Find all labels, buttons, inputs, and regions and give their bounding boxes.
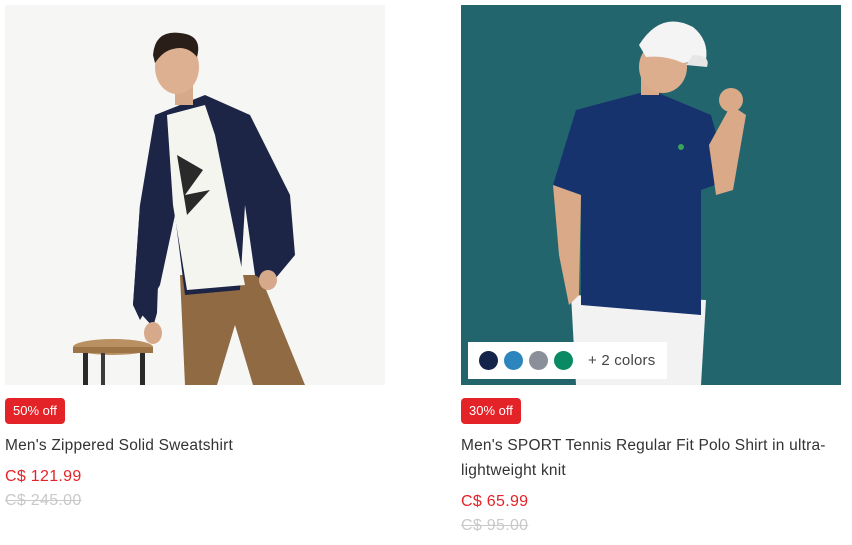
color-swatch-blue[interactable] [504,351,523,370]
product-image[interactable] [5,5,385,385]
product-card-2[interactable]: + 2 colors 30% off Men's SPORT Tennis Re… [461,5,841,536]
original-price: C$ 245.00 [5,492,82,509]
original-price: C$ 95.00 [461,517,529,534]
product-title[interactable]: Men's SPORT Tennis Regular Fit Polo Shir… [461,433,841,483]
color-swatch-navy[interactable] [479,351,498,370]
polo-model-photo [461,5,841,385]
product-image[interactable]: + 2 colors [461,5,841,385]
more-colors-link[interactable]: + 2 colors [588,352,655,369]
color-swatches: + 2 colors [468,342,668,379]
product-title[interactable]: Men's Zippered Solid Sweatshirt [5,433,385,458]
sweatshirt-model-photo [5,5,385,385]
color-swatch-green[interactable] [554,351,573,370]
product-card-1[interactable]: 50% off Men's Zippered Solid Sweatshirt … [5,5,385,511]
discount-badge: 30% off [461,398,521,424]
sale-price: C$ 121.99 [5,468,82,485]
color-swatch-grey[interactable] [529,351,548,370]
sale-price: C$ 65.99 [461,493,529,510]
discount-badge: 50% off [5,398,65,424]
